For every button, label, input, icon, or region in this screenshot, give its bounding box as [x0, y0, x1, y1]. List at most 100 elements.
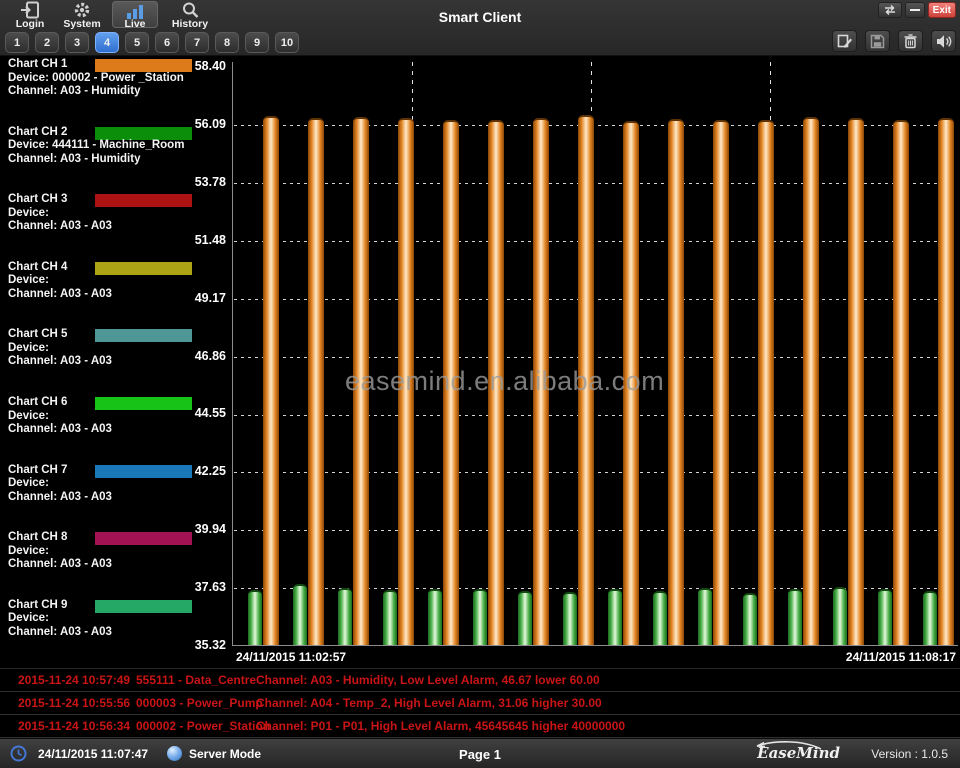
tab-page-9[interactable]: 9	[245, 32, 269, 53]
legend-title: Chart CH 6	[8, 396, 67, 408]
smart-client-window: Login System Live	[0, 0, 960, 768]
edit-icon	[837, 33, 853, 49]
bar-green	[428, 589, 442, 645]
bar-orange	[758, 120, 774, 645]
legend-device: Device:	[8, 410, 49, 422]
legend-channel: Channel: A03 - Humidity	[8, 153, 140, 165]
y-tick-label: 39.94	[160, 522, 226, 536]
y-tick-label: 37.63	[160, 580, 226, 594]
y-tick-label: 35.32	[160, 638, 226, 652]
y-tick-label: 51.48	[160, 233, 226, 247]
switch-window-button[interactable]	[878, 2, 902, 18]
alarm-time: 2015-11-24 10:56:34	[18, 719, 130, 733]
alarm-device: 555111 - Data_Centre	[136, 673, 256, 687]
bar-orange	[893, 120, 909, 645]
h-gridline	[234, 415, 954, 416]
bar-orange	[263, 116, 279, 645]
h-gridline	[234, 241, 954, 242]
bar-green	[923, 591, 937, 645]
tab-page-3[interactable]: 3	[65, 32, 89, 53]
h-gridline	[234, 125, 954, 126]
legend-channel: Channel: A03 - A03	[8, 288, 112, 300]
alarm-list: 2015-11-24 10:57:49555111 - Data_CentreC…	[0, 668, 960, 738]
bar-orange	[848, 118, 864, 645]
legend-channel: Channel: A03 - A03	[8, 626, 112, 638]
legend-channel: Channel: A03 - A03	[8, 423, 112, 435]
y-tick-label: 58.40	[160, 59, 226, 73]
alarm-device: 000002 - Power_Station	[136, 719, 270, 733]
alarm-row[interactable]: 2015-11-24 10:56:34 000002 - Power_Statio…	[0, 715, 960, 738]
legend-device: Device:	[8, 274, 49, 286]
bar-green	[743, 593, 757, 645]
minimize-button[interactable]	[905, 2, 925, 18]
bar-green	[563, 592, 577, 645]
bar-orange	[308, 118, 324, 645]
bar-green	[833, 587, 847, 645]
y-axis-line	[232, 62, 233, 646]
legend-channel: Channel: A03 - A03	[8, 558, 112, 570]
brand-logo: EaseMind	[757, 744, 840, 763]
legend-channel: Channel: A03 - A03	[8, 355, 112, 367]
speaker-icon	[935, 34, 952, 49]
legend-title: Chart CH 8	[8, 531, 67, 543]
bar-green	[608, 589, 622, 645]
alarm-row[interactable]: 2015-11-24 10:57:49 555111 - Data_CentreC…	[0, 669, 960, 692]
h-gridline	[234, 357, 954, 358]
titlebar: Login System Live	[0, 0, 960, 56]
tab-page-4[interactable]: 4	[95, 32, 119, 53]
alarm-device: 000003 - Power_Pump	[136, 696, 263, 710]
legend-device: Device:	[8, 545, 49, 557]
edit-button[interactable]	[832, 30, 857, 52]
sound-button[interactable]	[931, 30, 956, 52]
tab-page-10[interactable]: 10	[275, 32, 299, 53]
switch-icon	[883, 4, 897, 16]
tab-page-2[interactable]: 2	[35, 32, 59, 53]
alarm-message: Channel: A03 - Humidity, Low Level Alarm…	[256, 673, 600, 687]
legend-device: Device:	[8, 342, 49, 354]
bar-green	[878, 589, 892, 645]
x-axis-start-label: 24/11/2015 11:02:57	[236, 650, 346, 664]
y-tick-label: 42.25	[160, 464, 226, 478]
tab-page-1[interactable]: 1	[5, 32, 29, 53]
alarm-message: Channel: A04 - Temp_2, High Level Alarm,…	[256, 696, 602, 710]
legend-title: Chart CH 2	[8, 126, 67, 138]
bar-green	[698, 588, 712, 645]
tab-page-8[interactable]: 8	[215, 32, 239, 53]
h-gridline	[234, 299, 954, 300]
tab-page-6[interactable]: 6	[155, 32, 179, 53]
legend-device: Device:	[8, 477, 49, 489]
bar-green	[338, 588, 352, 646]
window-title: Smart Client	[0, 9, 960, 25]
alarm-time: 2015-11-24 10:57:49	[18, 673, 130, 687]
h-gridline	[234, 530, 954, 531]
bar-green	[248, 590, 262, 645]
save-icon	[870, 34, 885, 49]
alarm-message: Channel: P01 - P01, High Level Alarm, 45…	[256, 719, 625, 733]
legend-device: Device:	[8, 207, 49, 219]
delete-button[interactable]	[898, 30, 923, 52]
bar-orange	[803, 117, 819, 645]
h-gridline	[234, 472, 954, 473]
bar-green	[788, 589, 802, 645]
y-tick-label: 53.78	[160, 175, 226, 189]
legend-channel: Channel: A03 - A03	[8, 491, 112, 503]
save-button[interactable]	[865, 30, 890, 52]
exit-button[interactable]: Exit	[928, 2, 956, 18]
legend-title: Chart CH 9	[8, 599, 67, 611]
alarm-time: 2015-11-24 10:55:56	[18, 696, 130, 710]
minimize-icon	[910, 9, 920, 11]
bar-orange	[938, 118, 954, 645]
statusbar: 24/11/2015 11:07:47 Server Mode Page 1 E…	[0, 738, 960, 768]
bar-green	[293, 584, 307, 645]
tab-page-7[interactable]: 7	[185, 32, 209, 53]
alarm-row[interactable]: 2015-11-24 10:55:56 000003 - Power_PumpCh…	[0, 692, 960, 715]
watermark-text: easemind.en.alibaba.com	[345, 366, 664, 397]
y-tick-label: 46.86	[160, 349, 226, 363]
legend-title: Chart CH 4	[8, 261, 67, 273]
bar-green	[383, 590, 397, 645]
tab-page-5[interactable]: 5	[125, 32, 149, 53]
bar-green	[653, 591, 667, 645]
legend-title: Chart CH 5	[8, 328, 67, 340]
window-controls: Exit	[878, 2, 956, 18]
bar-green	[518, 591, 532, 645]
